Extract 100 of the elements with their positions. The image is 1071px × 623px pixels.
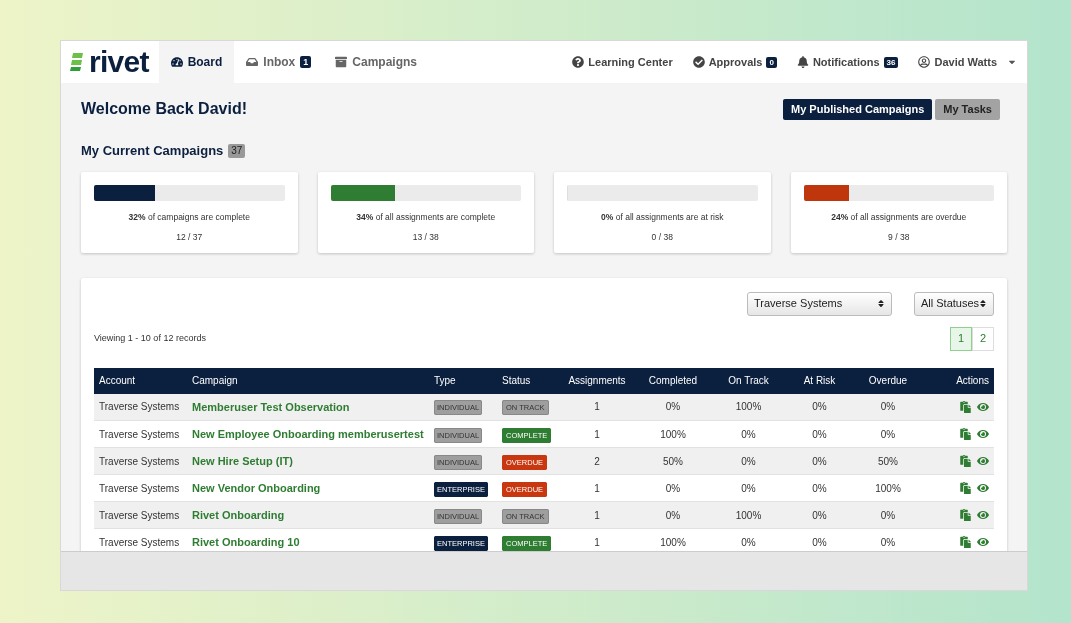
column-header: Account [94, 367, 187, 394]
filter-select[interactable]: Traverse Systems [747, 291, 892, 316]
view-icon[interactable] [977, 536, 989, 548]
table-cell: 100% [853, 474, 923, 502]
column-header: On Track [711, 367, 786, 394]
table-cell: 0% [635, 393, 711, 421]
table-cell: 0% [786, 528, 853, 551]
table-cell: 2 [559, 447, 635, 475]
table-cell: 100% [711, 501, 786, 529]
table-cell: 0% [853, 420, 923, 448]
sort-icon [877, 299, 885, 308]
table-cell: Traverse Systems [94, 447, 187, 475]
column-header: Actions [923, 367, 994, 394]
table-cell: 0% [635, 501, 711, 529]
view-button[interactable]: My Tasks [935, 98, 1000, 120]
nav-link[interactable]: David Watts [908, 41, 1027, 83]
logo-icon [69, 53, 85, 71]
stat-text: 32% of campaigns are complete [128, 210, 250, 224]
table-cell: 0% [711, 474, 786, 502]
table-cell: Traverse Systems [94, 474, 187, 502]
nav-link[interactable]: Notifications 36 [786, 41, 909, 83]
archive-box-icon [335, 56, 348, 68]
user-icon [918, 56, 931, 68]
view-icon[interactable] [977, 455, 989, 467]
count-badge: 36 [883, 56, 899, 68]
count-badge: 0 [766, 56, 777, 68]
copy-icon[interactable] [960, 482, 971, 494]
page-title: Welcome Back David! [81, 99, 247, 119]
column-header: Campaign [187, 367, 429, 394]
table-cell: 0% [711, 447, 786, 475]
table-cell: Traverse Systems [94, 501, 187, 529]
table-cell: 0% [711, 420, 786, 448]
campaign-link[interactable]: Memberuser Test Observation [187, 393, 429, 421]
table-cell: 0% [786, 393, 853, 421]
count-badge: 37 [228, 143, 246, 158]
table-cell: Traverse Systems [94, 420, 187, 448]
table-cell: 0% [853, 528, 923, 551]
nav-link[interactable]: Approvals 0 [682, 41, 787, 83]
stat-ratio: 13 / 38 [412, 231, 439, 244]
view-icon[interactable] [977, 400, 989, 413]
column-header: Type [429, 367, 497, 394]
stat-text: 0% of all assignments are at risk [601, 210, 724, 224]
table-cell: 0% [786, 501, 853, 529]
bell-icon [796, 56, 809, 68]
inbox-icon [246, 56, 259, 68]
view-button[interactable]: My Published Campaigns [783, 98, 933, 120]
page-button[interactable]: 1 [950, 326, 972, 351]
table-cell: 0% [853, 393, 923, 421]
table-cell: 1 [559, 528, 635, 551]
table-cell: 100% [711, 393, 786, 421]
stat-ratio: 12 / 37 [176, 231, 203, 244]
nav-link[interactable]: Learning Center [562, 41, 683, 83]
logo-text: rivet [89, 47, 149, 77]
table-cell: 1 [559, 474, 635, 502]
column-header: Status [497, 367, 559, 394]
table-cell: 0% [635, 474, 711, 502]
copy-icon[interactable] [960, 400, 971, 413]
campaign-link[interactable]: New Vendor Onboarding [187, 474, 429, 502]
gauge-icon [170, 56, 183, 68]
table-cell: 100% [635, 420, 711, 448]
column-header: At Risk [786, 367, 853, 394]
table-cell: 1 [559, 420, 635, 448]
campaign-link[interactable]: New Hire Setup (IT) [187, 447, 429, 475]
campaign-link[interactable]: Rivet Onboarding 10 [187, 528, 429, 551]
section-title: My Current Campaigns [81, 142, 224, 160]
help-icon [572, 56, 585, 68]
table-cell: 0% [786, 474, 853, 502]
table-cell: 50% [635, 447, 711, 475]
column-header: Completed [635, 367, 711, 394]
table-cell: 100% [635, 528, 711, 551]
column-header: Assignments [559, 367, 635, 394]
table-cell: Traverse Systems [94, 393, 187, 421]
table-cell: 0% [711, 528, 786, 551]
table-cell: Traverse Systems [94, 528, 187, 551]
page-button[interactable]: 2 [972, 326, 994, 351]
view-icon[interactable] [977, 482, 989, 494]
copy-icon[interactable] [960, 455, 971, 467]
view-icon[interactable] [977, 509, 989, 521]
table-cell: 50% [853, 447, 923, 475]
column-header: Overdue [853, 367, 923, 394]
stat-text: 24% of all assignments are overdue [831, 210, 967, 224]
table-cell: 0% [786, 447, 853, 475]
nav-tab[interactable]: Board [158, 41, 235, 83]
sort-icon [979, 299, 987, 308]
table-cell: 1 [559, 501, 635, 529]
stat-text: 34% of all assignments are complete [356, 210, 496, 224]
filter-select[interactable]: All Statuses [914, 291, 994, 316]
table-cell: 1 [559, 393, 635, 421]
stat-ratio: 0 / 38 [651, 231, 673, 244]
view-icon[interactable] [977, 428, 989, 440]
records-text: Viewing 1 - 10 of 12 records [94, 331, 206, 345]
copy-icon[interactable] [960, 509, 971, 521]
campaign-link[interactable]: Rivet Onboarding [187, 501, 429, 529]
stat-ratio: 9 / 38 [888, 231, 910, 244]
copy-icon[interactable] [960, 536, 971, 548]
count-badge: 1 [300, 56, 312, 68]
table-cell: 0% [786, 420, 853, 448]
table-cell: 0% [853, 501, 923, 529]
campaign-link[interactable]: New Employee Onboarding memberusertest [187, 420, 429, 448]
copy-icon[interactable] [960, 428, 971, 440]
